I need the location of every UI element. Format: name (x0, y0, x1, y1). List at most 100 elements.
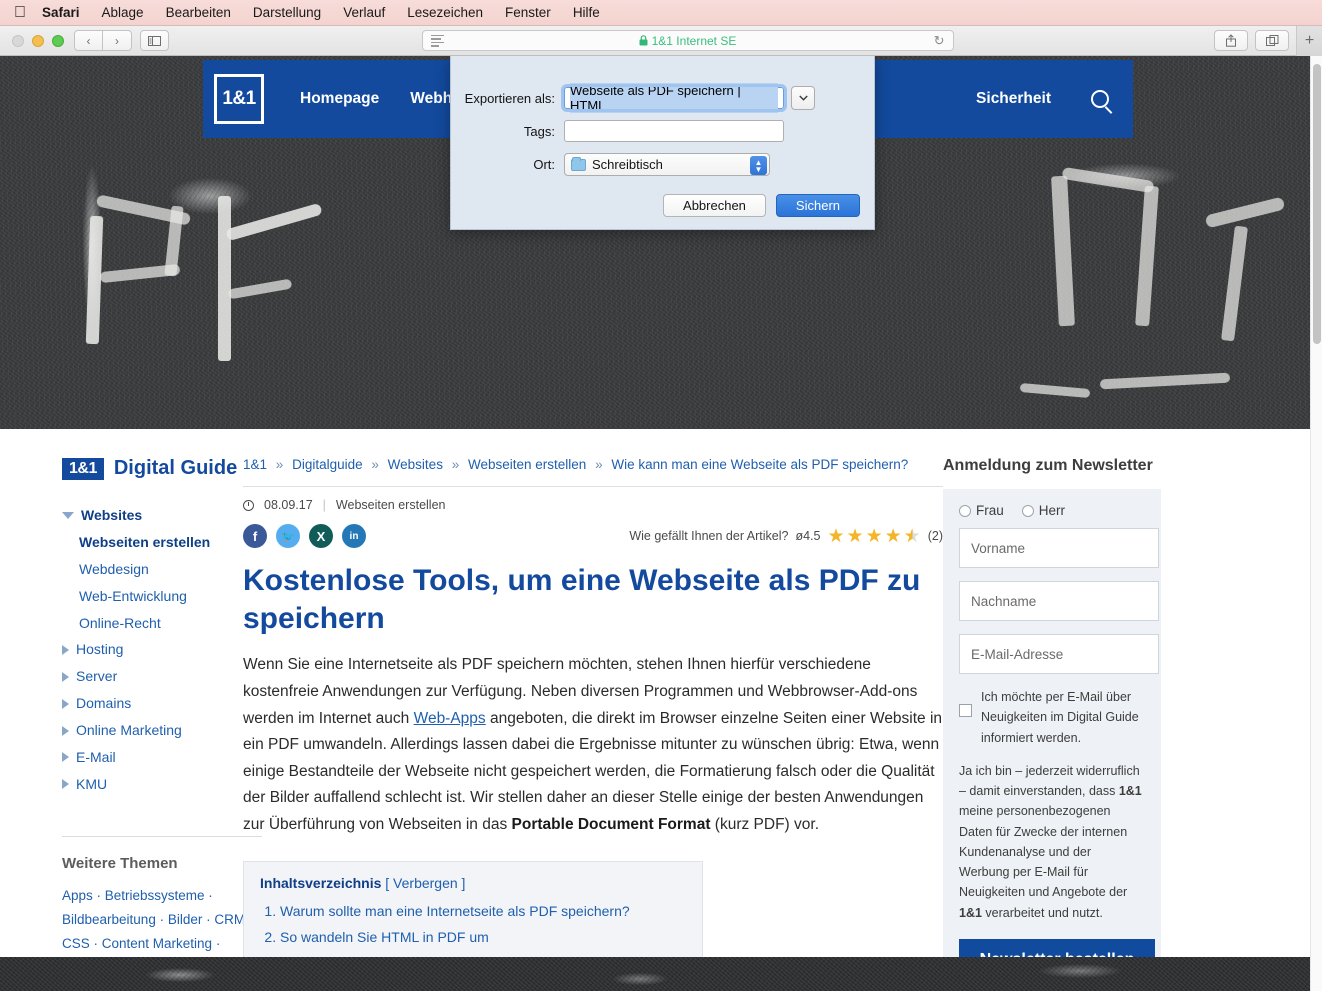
sidebar-item-kmu[interactable]: KMU (62, 771, 243, 798)
breadcrumb-item-1[interactable]: 1&1 (243, 457, 267, 472)
tags-label: Tags: (451, 124, 564, 139)
meta-divider: | (323, 498, 326, 512)
digital-guide-logo[interactable]: 1&1 Digital Guide (62, 457, 243, 480)
vorname-field[interactable]: Vorname (959, 528, 1159, 568)
sidebar-item-domains[interactable]: Domains (62, 690, 243, 717)
page-viewport: 1&1 Homepage Webhosting S Sicherheit Exp… (0, 56, 1322, 991)
nachname-field[interactable]: Nachname (959, 581, 1159, 621)
address-bar[interactable]: 1&1 Internet SE ↻ (422, 30, 954, 51)
stepper-down-glyph: ▼ (755, 166, 763, 173)
sidebar-item-label: Web-Entwicklung (79, 587, 187, 606)
save-button[interactable]: Sichern (776, 194, 860, 217)
breadcrumb-item-4[interactable]: Webseiten erstellen (468, 457, 586, 472)
save-as-dialog: Exportieren als: Webseite als PDF speich… (450, 56, 875, 230)
sidebar-item-label: Online-Recht (79, 614, 161, 633)
chevron-right-icon (62, 779, 69, 789)
newsletter-consent-checkbox-row: Ich möchte per E-Mail über Neuigkeiten i… (959, 687, 1145, 748)
sidebar-item-websites[interactable]: Websites (62, 502, 243, 529)
sidebar-item-label: Webseiten erstellen (79, 533, 210, 552)
star-rating[interactable]: ★ ★ ★ ★ ★ (827, 527, 920, 546)
maximize-window-button[interactable] (52, 35, 64, 47)
body-bold-term: Portable Document Format (512, 816, 711, 833)
menu-item-darstellung[interactable]: Darstellung (253, 5, 321, 20)
back-button[interactable]: ‹ (74, 30, 103, 51)
weitere-themen-title: Weitere Themen (62, 855, 262, 872)
digital-guide-badge: 1&1 (62, 458, 104, 480)
sidebar-icon (148, 36, 161, 46)
web-apps-link[interactable]: Web-Apps (414, 710, 486, 727)
export-as-input[interactable]: Webseite als PDF speichern | HTML (564, 87, 784, 109)
menu-item-safari[interactable]: Safari (42, 5, 80, 20)
sidebar-item-label: Domains (76, 694, 131, 713)
nav-item-sicherheit[interactable]: Sicherheit (976, 90, 1051, 108)
right-rail: Anmeldung zum Newsletter Frau Herr V (943, 429, 1188, 991)
email-field[interactable]: E-Mail-Adresse (959, 634, 1159, 674)
toc-item-label: Warum sollte man eine Internetseite als … (280, 903, 630, 919)
xing-icon[interactable]: X (309, 524, 333, 548)
menu-item-verlauf[interactable]: Verlauf (343, 5, 385, 20)
sidebar-item-email[interactable]: E-Mail (62, 744, 243, 771)
tags-input[interactable] (564, 120, 784, 142)
site-logo[interactable]: 1&1 (214, 74, 264, 124)
star-icon: ★ (885, 527, 902, 546)
checkbox-icon[interactable] (959, 704, 972, 717)
menu-item-ablage[interactable]: Ablage (102, 5, 144, 20)
left-sidebar: 1&1 Digital Guide Websites Webseiten ers… (0, 429, 243, 991)
breadcrumb-item-5[interactable]: Wie kann man eine Webseite als PDF speic… (611, 457, 908, 472)
file-format-dropdown-button[interactable] (791, 86, 815, 110)
twitter-icon[interactable]: 🐦 (276, 524, 300, 548)
sidebar-item-server[interactable]: Server (62, 663, 243, 690)
sidebar-item-online-recht[interactable]: Online-Recht (62, 610, 243, 637)
toc-item[interactable]: Warum sollte man eine Internetseite als … (280, 899, 686, 925)
menu-item-lesezeichen[interactable]: Lesezeichen (407, 5, 483, 20)
location-stepper-icon[interactable]: ▲ ▼ (750, 156, 767, 175)
breadcrumb-item-3[interactable]: Websites (388, 457, 443, 472)
article-category[interactable]: Webseiten erstellen (336, 498, 446, 512)
reload-button[interactable]: ↻ (934, 33, 945, 49)
sidebar-item-hosting[interactable]: Hosting (62, 636, 243, 663)
menu-item-fenster[interactable]: Fenster (505, 5, 551, 20)
address-bar-text: 1&1 Internet SE (652, 34, 737, 48)
breadcrumb-item-2[interactable]: Digitalguide (292, 457, 363, 472)
nav-item-homepage[interactable]: Homepage (300, 90, 379, 108)
newsletter-form: Frau Herr Vorname Nachname E-M (943, 489, 1161, 991)
page-title: Kostenlose Tools, um eine Webseite als P… (243, 562, 943, 638)
forward-button[interactable]: › (103, 30, 132, 51)
toc-item[interactable]: So wandeln Sie HTML in PDF um (280, 925, 686, 951)
radio-frau[interactable]: Frau (959, 503, 1004, 518)
location-select[interactable]: Schreibtisch ▲ ▼ (564, 153, 770, 176)
share-button[interactable] (1214, 30, 1248, 51)
sidebar-nav: Websites Webseiten erstellen Webdesign W… (62, 502, 243, 798)
cancel-button[interactable]: Abbrechen (663, 194, 766, 217)
next-section-hero-image (0, 957, 1310, 991)
weitere-themen-section: Weitere Themen Apps · Betriebssysteme · … (62, 836, 262, 956)
tags-row: Tags: (451, 120, 874, 142)
facebook-icon[interactable]: f (243, 524, 267, 548)
toc-toggle-link[interactable]: [ Verbergen ] (385, 875, 465, 891)
minimize-window-button[interactable] (32, 35, 44, 47)
sidebar-item-webseiten-erstellen[interactable]: Webseiten erstellen (62, 529, 243, 556)
browser-toolbar: ‹ › 1&1 Internet SE ↻ (0, 26, 1322, 56)
toolbar-right-buttons: + (1206, 26, 1316, 56)
sidebar-item-online-marketing[interactable]: Online Marketing (62, 717, 243, 744)
menu-item-bearbeiten[interactable]: Bearbeiten (166, 5, 231, 20)
linkedin-icon[interactable]: in (342, 524, 366, 548)
rating-label: Wie gefällt Ihnen der Artikel? (629, 529, 788, 543)
sidebar-toggle-button[interactable] (140, 30, 169, 51)
weitere-themen-links[interactable]: Apps · Betriebssysteme · Bildbearbeitung… (62, 884, 262, 956)
new-tab-button[interactable]: + (1296, 26, 1322, 56)
reader-view-icon[interactable] (431, 35, 444, 47)
show-tabs-button[interactable] (1255, 30, 1289, 51)
menu-item-hilfe[interactable]: Hilfe (573, 5, 600, 20)
close-window-button[interactable] (12, 35, 24, 47)
scrollbar-thumb[interactable] (1313, 64, 1321, 344)
apple-logo-icon[interactable]:  (14, 5, 26, 21)
share-icon (1225, 34, 1237, 47)
location-value: Schreibtisch (592, 157, 663, 172)
sidebar-item-webdesign[interactable]: Webdesign (62, 556, 243, 583)
radio-herr[interactable]: Herr (1022, 503, 1065, 518)
search-icon[interactable] (1091, 90, 1109, 108)
chevron-right-icon (62, 726, 69, 736)
page-scrollbar[interactable] (1310, 56, 1322, 991)
sidebar-item-web-entwicklung[interactable]: Web-Entwicklung (62, 583, 243, 610)
